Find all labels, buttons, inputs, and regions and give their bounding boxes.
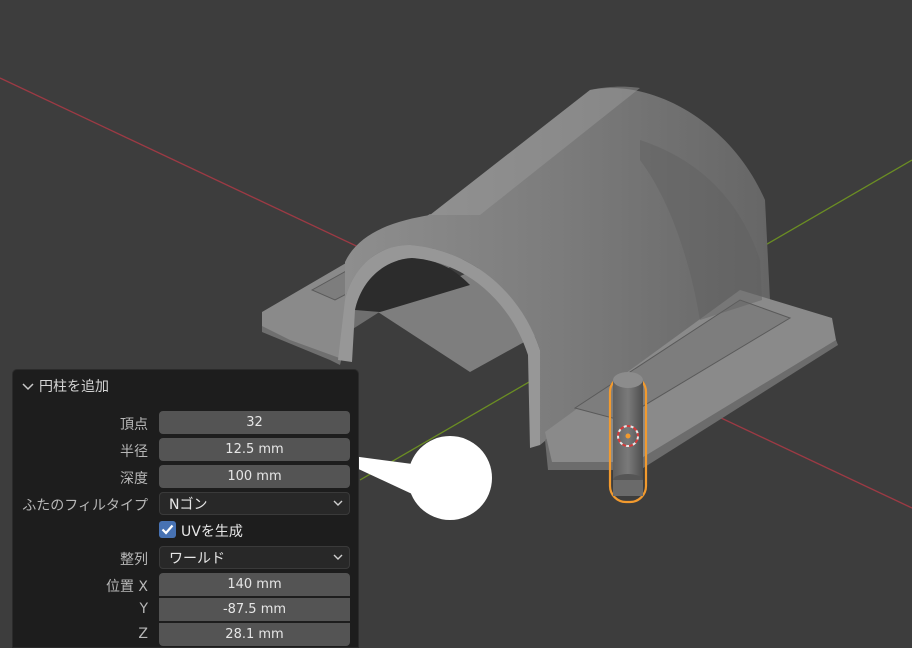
vertices-label: 頂点 <box>120 417 148 433</box>
checkmark-icon <box>161 524 174 535</box>
location-x-label: 位置 X <box>105 579 148 595</box>
operator-panel: 円柱を追加 頂点 32 半径 12.5 mm 深度 100 mm ふたのフィルタ… <box>12 369 359 648</box>
radius-row: 半径 12.5 mm <box>13 438 360 462</box>
location-z-row: Z 28.1 mm <box>13 623 360 647</box>
uv-row: UVを生成 <box>13 519 360 543</box>
vertices-row: 頂点 32 <box>13 411 360 435</box>
depth-field[interactable]: 100 mm <box>159 465 350 488</box>
location-x-row: 位置 X 140 mm <box>13 573 360 597</box>
align-label: 整列 <box>120 552 148 568</box>
location-y-row: Y -87.5 mm <box>13 598 360 622</box>
uv-label: UVを生成 <box>181 524 243 540</box>
location-z-label: Z <box>138 626 148 642</box>
vertices-field[interactable]: 32 <box>159 411 350 434</box>
location-y-field[interactable]: -87.5 mm <box>159 598 350 621</box>
panel-title: 円柱を追加 <box>39 379 109 395</box>
panel-header[interactable]: 円柱を追加 <box>21 376 109 396</box>
depth-row: 深度 100 mm <box>13 465 360 489</box>
uv-checkbox[interactable] <box>159 521 176 538</box>
location-z-field[interactable]: 28.1 mm <box>159 623 350 646</box>
cap-fill-dropdown[interactable]: Nゴン <box>159 492 350 515</box>
cap-fill-label: ふたのフィルタイプ <box>22 498 148 514</box>
align-value: ワールド <box>169 550 225 567</box>
chevron-down-icon <box>333 554 343 560</box>
chevron-down-icon <box>22 383 34 391</box>
radius-label: 半径 <box>120 444 148 460</box>
cap-fill-value: Nゴン <box>169 496 208 513</box>
align-row: 整列 ワールド <box>13 546 360 570</box>
align-dropdown[interactable]: ワールド <box>159 546 350 569</box>
depth-label: 深度 <box>120 471 148 487</box>
location-x-field[interactable]: 140 mm <box>159 573 350 596</box>
radius-field[interactable]: 12.5 mm <box>159 438 350 461</box>
cap-fill-row: ふたのフィルタイプ Nゴン <box>13 492 360 516</box>
location-y-label: Y <box>139 601 148 617</box>
chevron-down-icon <box>333 500 343 506</box>
